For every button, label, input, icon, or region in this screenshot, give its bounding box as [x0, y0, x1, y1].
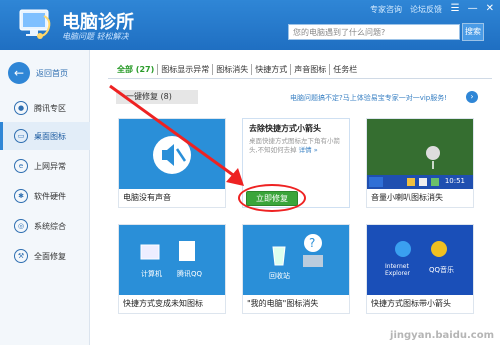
clock-text: 10:51	[444, 177, 465, 185]
card-desc-text: 桌面快捷方式图标左下角有小箭头,不知如何去掉	[249, 137, 340, 154]
card-text-block: 去除快捷方式小箭头 桌面快捷方式图标左下角有小箭头,不知如何去掉 详情 »	[249, 123, 347, 155]
wrench-icon: ⚒	[14, 249, 28, 263]
watermark: jingyan.baidu.com	[390, 330, 494, 341]
search-input[interactable]: 您的电脑遇到了什么问题?	[288, 24, 460, 40]
minimize-icon[interactable]: —	[468, 3, 478, 14]
card-caption: "我的电脑"图标消失	[247, 299, 319, 308]
system-icon: ◎	[14, 219, 28, 233]
gear-icon: ✱	[14, 189, 28, 203]
unknown-icon	[303, 255, 323, 267]
card-thumbnail	[119, 119, 225, 189]
details-link[interactable]: 详情 »	[299, 146, 318, 154]
qq-music-icon	[431, 241, 447, 257]
sidebar-item-label: 桌面图标	[34, 131, 66, 141]
card-thumbnail: 计算机 腾讯QQ	[119, 225, 225, 295]
fix-card-no-sound[interactable]: 电脑没有声音	[118, 118, 226, 208]
card-caption: 音量小喇叭图标消失	[371, 193, 443, 202]
thumb-label: 回收站	[269, 272, 290, 280]
window-controls: ☰ — ✕	[451, 3, 494, 14]
speaker-icon	[426, 146, 440, 160]
tab-taskbar[interactable]: 任务栏	[330, 64, 360, 75]
penguin-icon: ●	[14, 101, 28, 115]
recycle-bin-icon	[272, 246, 286, 266]
sidebar-item-label: 全面修复	[34, 251, 66, 261]
sidebar: ← 返回首页 ● 腾讯专区 ▭ 桌面图标 e 上网异常 ✱ 软件硬件 ◎ 系统综…	[0, 50, 90, 345]
annotation-ring	[238, 184, 306, 212]
category-tabs: 全部 (27) 图标显示异常 图标消失 快捷方式 声音图标 任务栏	[114, 64, 360, 75]
tab-all[interactable]: 全部 (27)	[114, 64, 159, 75]
card-thumbnail: ? 回收站	[243, 225, 349, 295]
one-click-fix-bar[interactable]: 一键修复 (8)	[116, 90, 198, 104]
search-button[interactable]: 搜索	[462, 23, 484, 41]
ie-icon	[395, 241, 411, 257]
sidebar-item-label: 系统综合	[34, 221, 66, 231]
sidebar-item-label: 上网异常	[34, 161, 66, 171]
card-desc: 桌面快捷方式图标左下角有小箭头,不知如何去掉 详情 »	[249, 137, 347, 155]
thumb-label: 计算机	[141, 270, 162, 278]
sidebar-item-label: 软件硬件	[34, 191, 66, 201]
fix-card-my-computer[interactable]: ? 回收站 "我的电脑"图标消失	[242, 224, 350, 314]
back-arrow-icon: ←	[8, 62, 30, 84]
tab-shortcut[interactable]: 快捷方式	[252, 64, 292, 75]
tab-icon-missing[interactable]: 图标消失	[213, 64, 253, 75]
card-thumbnail: 10:51	[367, 119, 473, 189]
back-home-button[interactable]: ← 返回首页	[8, 62, 68, 84]
expert-consult-link[interactable]: 专家咨询	[370, 4, 402, 15]
card-title: 去除快捷方式小箭头	[249, 124, 321, 133]
sidebar-item-tencent[interactable]: ● 腾讯专区	[0, 94, 90, 122]
thumb-label: QQ音乐	[429, 266, 455, 274]
card-caption: 快捷方式变成未知图标	[123, 299, 203, 308]
top-links: 专家咨询 论坛反馈	[370, 4, 442, 15]
sidebar-item-label: 腾讯专区	[34, 103, 66, 113]
fix-card-shortcut-arrow-2[interactable]: Internet Explorer QQ音乐 快捷方式图标带小箭头	[366, 224, 474, 314]
stethoscope-logo-icon	[14, 6, 54, 44]
close-icon[interactable]: ✕	[486, 3, 494, 14]
computer-icon	[140, 244, 160, 260]
tab-icon-display[interactable]: 图标显示异常	[158, 64, 214, 75]
vip-promo-link[interactable]: 电脑问题搞不定?马上体验易宝专家一对一vip服务!	[290, 93, 447, 103]
sidebar-item-software-hardware[interactable]: ✱ 软件硬件	[0, 182, 90, 210]
tab-sound-icon[interactable]: 声音图标	[291, 64, 331, 75]
sidebar-item-full-repair[interactable]: ⚒ 全面修复	[0, 242, 90, 270]
ie-icon: e	[14, 159, 28, 173]
sidebar-item-system[interactable]: ◎ 系统综合	[0, 212, 90, 240]
promo-arrow-icon[interactable]: ›	[466, 91, 478, 103]
sidebar-item-desktop-icons[interactable]: ▭ 桌面图标	[0, 122, 90, 150]
svg-text:?: ?	[309, 236, 315, 250]
fix-card-volume-icon[interactable]: 10:51 音量小喇叭图标消失	[366, 118, 474, 208]
tab-divider	[108, 78, 492, 79]
app-subtitle: 电脑问题 轻松解决	[62, 32, 129, 41]
menu-icon[interactable]: ☰	[451, 3, 460, 14]
qq-icon	[179, 241, 195, 261]
desktop-icon: ▭	[14, 129, 28, 143]
card-thumbnail: Internet Explorer QQ音乐	[367, 225, 473, 295]
thumb-label: Internet Explorer	[385, 263, 410, 277]
card-caption: 电脑没有声音	[123, 193, 171, 202]
thumb-label: 腾讯QQ	[177, 270, 203, 278]
card-caption: 快捷方式图标带小箭头	[371, 299, 451, 308]
back-home-label: 返回首页	[36, 68, 68, 78]
forum-feedback-link[interactable]: 论坛反馈	[410, 4, 442, 15]
sidebar-item-internet[interactable]: e 上网异常	[0, 152, 90, 180]
app-header: 电脑诊所 电脑问题 轻松解决 专家咨询 论坛反馈 ☰ — ✕ 您的电脑遇到了什么…	[0, 0, 500, 50]
fix-card-unknown-icon[interactable]: 计算机 腾讯QQ 快捷方式变成未知图标	[118, 224, 226, 314]
